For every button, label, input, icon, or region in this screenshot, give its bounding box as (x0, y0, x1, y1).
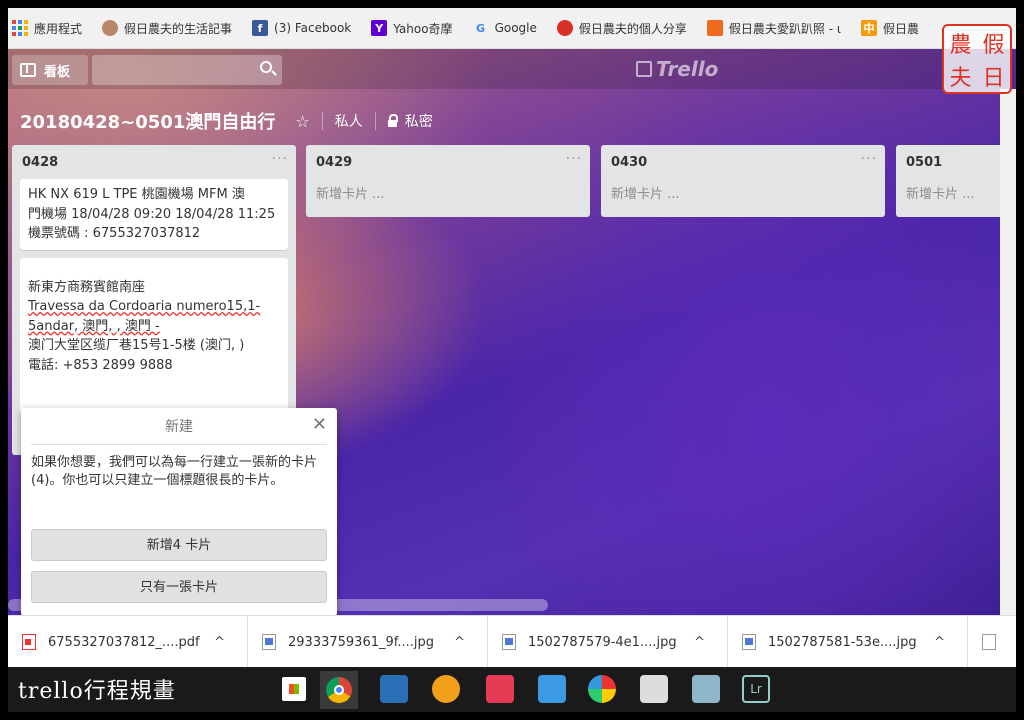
picture-app-icon[interactable] (486, 675, 514, 703)
search-input[interactable] (92, 55, 282, 85)
list-title[interactable]: 0501 (906, 155, 942, 170)
chevron-up-icon[interactable]: ^ (214, 635, 225, 650)
list-title[interactable]: 0429 (316, 155, 352, 170)
list-title[interactable]: 0428 (22, 155, 58, 170)
card-flight[interactable]: HK NX 619 L TPE 桃園機場 MFM 澳 門機場 18/04/28 … (20, 179, 288, 250)
facebook-icon: f (252, 20, 269, 36)
downloads-bar: 6755327037812_....pdf ^ 29333759361_9f..… (8, 615, 1016, 668)
privacy-button[interactable]: 私密 (387, 111, 433, 131)
header-divider (321, 112, 323, 130)
chrome-taskbar-button[interactable] (320, 671, 358, 709)
media-player-icon[interactable] (380, 675, 408, 703)
trello-logo-icon (636, 61, 652, 77)
image-file-icon (742, 634, 756, 650)
list-header: 0430 ··· (601, 145, 885, 179)
add-card-button[interactable]: 新增卡片 ... (306, 179, 590, 212)
download-item[interactable]: 1502787581-53e....jpg ^ (728, 616, 968, 668)
bookmark-facebook[interactable]: f (3) Facebook (252, 20, 351, 36)
list-0501: 0501 新增卡片 ... (896, 145, 1016, 217)
bookmark-yahoo[interactable]: Y Yahoo奇摩 (371, 20, 453, 37)
list-header: 0428 ··· (12, 145, 296, 179)
list-header: 0429 ··· (306, 145, 590, 179)
list-0430: 0430 ··· 新增卡片 ... (601, 145, 885, 217)
boards-button[interactable]: 看板 (12, 55, 88, 85)
chinese-site-icon: 中 (860, 20, 877, 36)
trello-logo[interactable]: Trello (636, 57, 718, 81)
create-multiple-cards-button[interactable]: 新增4 卡片 (31, 529, 327, 561)
location-icon (556, 20, 573, 36)
color-app-icon[interactable] (588, 675, 616, 703)
list-menu-icon[interactable]: ··· (566, 151, 582, 167)
bookmark-travel-blog[interactable]: 假日農夫愛趴趴照 - ι (706, 20, 841, 37)
add-card-button[interactable]: 新增卡片 ... (601, 179, 885, 212)
vertical-scrollbar[interactable] (1000, 89, 1016, 615)
popover-message: 如果你想要，我們可以為每一行建立一張新的卡片 (4)。你也可以只建立一個標題很長… (31, 455, 318, 488)
download-item[interactable] (968, 616, 1016, 668)
board-header: 20180428~0501澳門自由行 ☆ 私人 私密 (20, 101, 433, 141)
card-hotel[interactable]: 新東方商務賓館南座 Travessa da Cordoaria numero15… (20, 257, 288, 414)
visibility-button[interactable]: 私人 (335, 111, 363, 131)
download-item[interactable]: 29333759361_9f....jpg ^ (248, 616, 488, 668)
photo-app-icon[interactable] (432, 675, 460, 703)
bookmark-chinese-site[interactable]: 中 假日農 (860, 20, 919, 37)
pdf-file-icon (22, 634, 36, 650)
mail-icon[interactable] (640, 675, 668, 703)
download-item[interactable]: 6755327037812_....pdf ^ (8, 616, 248, 668)
lightroom-icon[interactable]: Lr (742, 675, 770, 703)
watermark-stamp: 農 假 夫 日 (942, 24, 1012, 94)
star-icon[interactable]: ☆ (295, 112, 309, 131)
chevron-up-icon[interactable]: ^ (934, 635, 945, 650)
taskbar: trello行程規畫 Lr (8, 667, 1016, 712)
close-icon[interactable]: ✕ (312, 414, 327, 435)
bookmark-share[interactable]: 假日農夫的個人分享 (556, 20, 687, 37)
google-icon: G (476, 21, 486, 35)
chevron-up-icon[interactable]: ^ (694, 635, 705, 650)
bookmark-google[interactable]: G Google (473, 20, 537, 36)
header-divider (374, 112, 376, 130)
search-icon[interactable] (260, 61, 272, 73)
board-title[interactable]: 20180428~0501澳門自由行 (20, 108, 275, 134)
image-viewer-icon[interactable] (538, 675, 566, 703)
chrome-icon (326, 677, 352, 703)
image-file-icon (262, 634, 276, 650)
popover-divider (31, 444, 327, 445)
list-title[interactable]: 0430 (611, 155, 647, 170)
yahoo-icon: Y (371, 20, 388, 36)
list-header: 0501 (896, 145, 1016, 179)
download-item[interactable]: 1502787579-4e1....jpg ^ (488, 616, 728, 668)
single-card-button[interactable]: 只有一張卡片 (31, 571, 327, 603)
list-0429: 0429 ··· 新增卡片 ... (306, 145, 590, 217)
browser-frame: 應用程式 假日農夫的生活記事 f (3) Facebook Y Yahoo奇摩 … (8, 8, 1016, 712)
list-menu-icon[interactable]: ··· (861, 151, 877, 167)
blog-icon (706, 20, 723, 36)
file-icon (982, 634, 996, 650)
apps-icon (12, 20, 28, 36)
list-menu-icon[interactable]: ··· (272, 151, 288, 167)
lock-icon (387, 113, 398, 127)
boards-icon (20, 63, 36, 77)
image-file-icon (502, 634, 516, 650)
bookmark-blog[interactable]: 假日農夫的生活記事 (102, 20, 232, 37)
avatar-icon (102, 20, 119, 36)
add-card-button[interactable]: 新增卡片 ... (896, 179, 1016, 212)
trello-top-bar: 看板 Trello (8, 49, 1016, 89)
trello-board-area: 看板 Trello 20180428~0501澳門自由行 ☆ 私人 私密 042… (8, 49, 1016, 615)
caption-text: trello行程規畫 (18, 679, 176, 704)
bookmark-apps[interactable]: 應用程式 (12, 20, 82, 37)
popover-title: 新建 (165, 419, 193, 435)
bookmarks-bar: 應用程式 假日農夫的生活記事 f (3) Facebook Y Yahoo奇摩 … (8, 8, 1016, 49)
chevron-up-icon[interactable]: ^ (454, 635, 465, 650)
split-card-popover: 新建 ✕ 如果你想要，我們可以為每一行建立一張新的卡片 (4)。你也可以只建立一… (21, 408, 337, 615)
notes-icon[interactable] (692, 675, 720, 703)
store-icon[interactable] (280, 675, 308, 703)
